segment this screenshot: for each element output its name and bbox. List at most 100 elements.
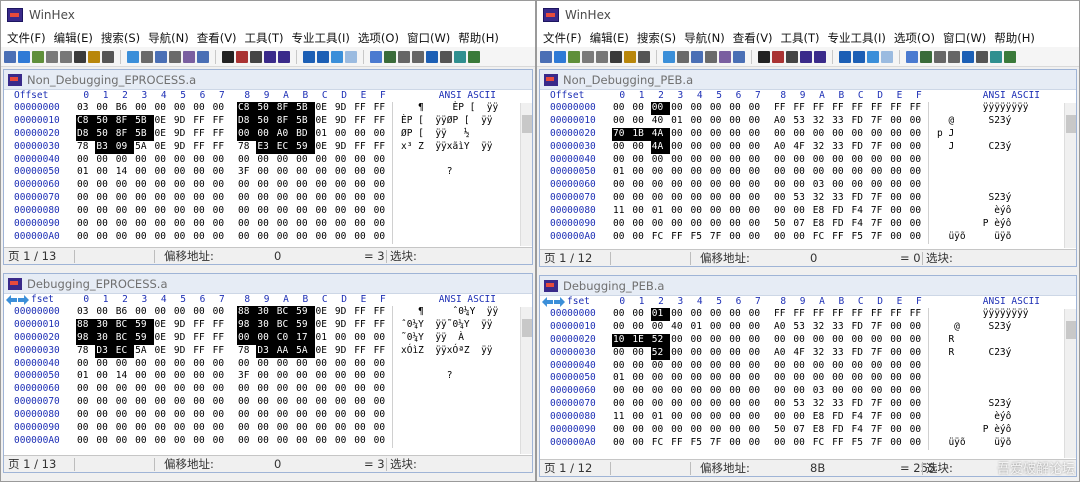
hex-byte[interactable]: 40 [670, 321, 689, 334]
hex-byte[interactable]: 00 [889, 205, 908, 218]
back-arrow-icon[interactable] [6, 295, 17, 305]
hex-byte[interactable]: 00 [612, 398, 631, 411]
hex-byte[interactable]: 9D [334, 319, 353, 332]
hex-byte[interactable]: 00 [212, 192, 231, 205]
ansi-text[interactable]: ØP [ ÿÿ ½ [392, 127, 532, 141]
row-offset[interactable]: 00000060 [540, 385, 608, 398]
hex-byte[interactable]: 78 [237, 345, 256, 358]
hex-byte[interactable]: 00 [612, 154, 631, 167]
hex-byte[interactable]: 00 [728, 347, 747, 360]
hex-byte[interactable]: 00 [909, 334, 928, 347]
hex-byte[interactable]: 00 [276, 370, 295, 383]
hex-byte[interactable]: 00 [709, 179, 728, 192]
hex-byte[interactable]: 00 [173, 422, 192, 435]
ansi-text[interactable]: P èýô [928, 424, 1076, 437]
hex-byte[interactable]: 00 [173, 370, 192, 383]
hex-byte[interactable]: 00 [612, 437, 631, 450]
row-offset[interactable]: 00000090 [540, 424, 608, 437]
hex-byte[interactable]: 00 [831, 128, 850, 141]
hex-byte[interactable]: 00 [134, 205, 153, 218]
hex-byte[interactable]: 00 [192, 192, 211, 205]
ansi-text[interactable]: ? [392, 166, 532, 180]
hex-byte[interactable]: 00 [909, 218, 928, 231]
hex-byte[interactable]: 7F [870, 398, 889, 411]
hex-byte[interactable]: 00 [334, 370, 353, 383]
hex-byte[interactable]: 00 [709, 166, 728, 179]
scrollbar-thumb[interactable] [522, 115, 532, 133]
hex-byte[interactable]: 00 [909, 192, 928, 205]
menu-item[interactable]: 窗口(W) [939, 30, 990, 46]
hex-byte[interactable]: FF [192, 319, 211, 332]
hex-byte[interactable]: FF [353, 102, 372, 115]
hex-byte[interactable]: 00 [670, 154, 689, 167]
hex-byte[interactable]: 00 [334, 154, 353, 167]
hex-byte[interactable]: 00 [276, 179, 295, 192]
ansi-text[interactable]: üÿõ üÿõ [928, 230, 1076, 244]
hex-byte[interactable]: 3F [237, 370, 256, 383]
replace-hex-icon[interactable] [278, 50, 290, 63]
hex-byte[interactable]: 00 [373, 192, 392, 205]
row-offset[interactable]: 000000A0 [4, 231, 72, 244]
menu-item[interactable]: 导航(N) [144, 30, 193, 46]
hex-byte[interactable]: 32 [812, 115, 831, 128]
hex-byte[interactable]: 00 [315, 383, 334, 396]
hex-byte[interactable]: 50 [773, 218, 792, 231]
hex-byte[interactable]: FF [212, 115, 231, 128]
hex-byte[interactable]: D3 [256, 344, 276, 358]
hex-byte[interactable]: 1B [631, 127, 651, 141]
hex-byte[interactable]: 00 [237, 358, 256, 371]
hex-byte[interactable]: 7F [870, 424, 889, 437]
ansi-text[interactable]: ˆ0¼Y ÿÿ˜0¼Y ÿÿ [392, 318, 532, 332]
hex-byte[interactable]: 00 [748, 424, 767, 437]
hex-byte[interactable]: 59 [134, 331, 154, 345]
hex-byte[interactable]: 00 [909, 411, 928, 424]
hex-byte[interactable]: 00 [315, 422, 334, 435]
hex-byte[interactable]: 00 [276, 409, 295, 422]
row-offset[interactable]: 00000000 [540, 102, 608, 115]
hex-byte[interactable]: 00 [612, 192, 631, 205]
hex-byte[interactable]: 98 [76, 331, 96, 345]
hex-byte[interactable]: 01 [315, 332, 334, 345]
hex-byte[interactable]: 00 [256, 396, 275, 409]
hex-byte[interactable]: 00 [76, 192, 95, 205]
hex-byte[interactable]: FF [353, 345, 372, 358]
hex-byte[interactable]: 00 [192, 154, 211, 167]
find-hex-icon[interactable] [772, 50, 784, 63]
drive-icon[interactable] [398, 50, 410, 63]
hex-byte[interactable]: FF [192, 332, 211, 345]
data-interpreter-icon[interactable] [990, 50, 1002, 63]
hex-byte[interactable]: 00 [728, 398, 747, 411]
hex-byte[interactable]: 00 [748, 154, 767, 167]
row-offset[interactable]: 00000020 [4, 128, 72, 141]
hex-byte[interactable]: 00 [728, 308, 747, 321]
hex-byte[interactable]: 00 [889, 385, 908, 398]
row-offset[interactable]: 00000050 [4, 166, 72, 179]
offset-header[interactable]: Offset [4, 90, 72, 102]
hex-byte[interactable]: 00 [295, 231, 314, 244]
undo-icon[interactable] [663, 50, 675, 63]
hex-byte[interactable]: 00 [709, 398, 728, 411]
menu-item[interactable]: 帮助(H) [454, 30, 503, 46]
hex-byte[interactable]: 00 [134, 102, 153, 115]
hex-byte[interactable]: 00 [728, 424, 747, 437]
hex-byte[interactable]: 00 [334, 435, 353, 448]
hex-byte[interactable]: 00 [728, 411, 747, 424]
hex-byte[interactable]: 9D [334, 102, 353, 115]
hex-byte[interactable]: 03 [76, 306, 95, 319]
hex-byte[interactable]: 00 [95, 205, 114, 218]
hex-byte[interactable]: 00 [237, 422, 256, 435]
hex-byte[interactable]: 00 [276, 383, 295, 396]
hex-byte[interactable]: 00 [212, 166, 231, 179]
row-offset[interactable]: 00000000 [4, 306, 72, 319]
hex-byte[interactable]: 5B [134, 114, 154, 128]
hex-byte[interactable]: 00 [709, 205, 728, 218]
hex-byte[interactable]: FF [851, 102, 870, 115]
ansi-text[interactable]: ÿÿÿÿÿÿÿÿ [928, 308, 1076, 321]
hex-byte[interactable]: BC [275, 318, 296, 332]
hex-byte[interactable]: 00 [631, 115, 650, 128]
hex-byte[interactable]: 00 [353, 205, 372, 218]
hex-byte[interactable]: 11 [612, 205, 631, 218]
pane-title-bar[interactable]: Debugging_PEB.a [540, 276, 1076, 296]
undo-icon[interactable] [127, 50, 139, 63]
hex-byte[interactable]: 0E [154, 115, 173, 128]
